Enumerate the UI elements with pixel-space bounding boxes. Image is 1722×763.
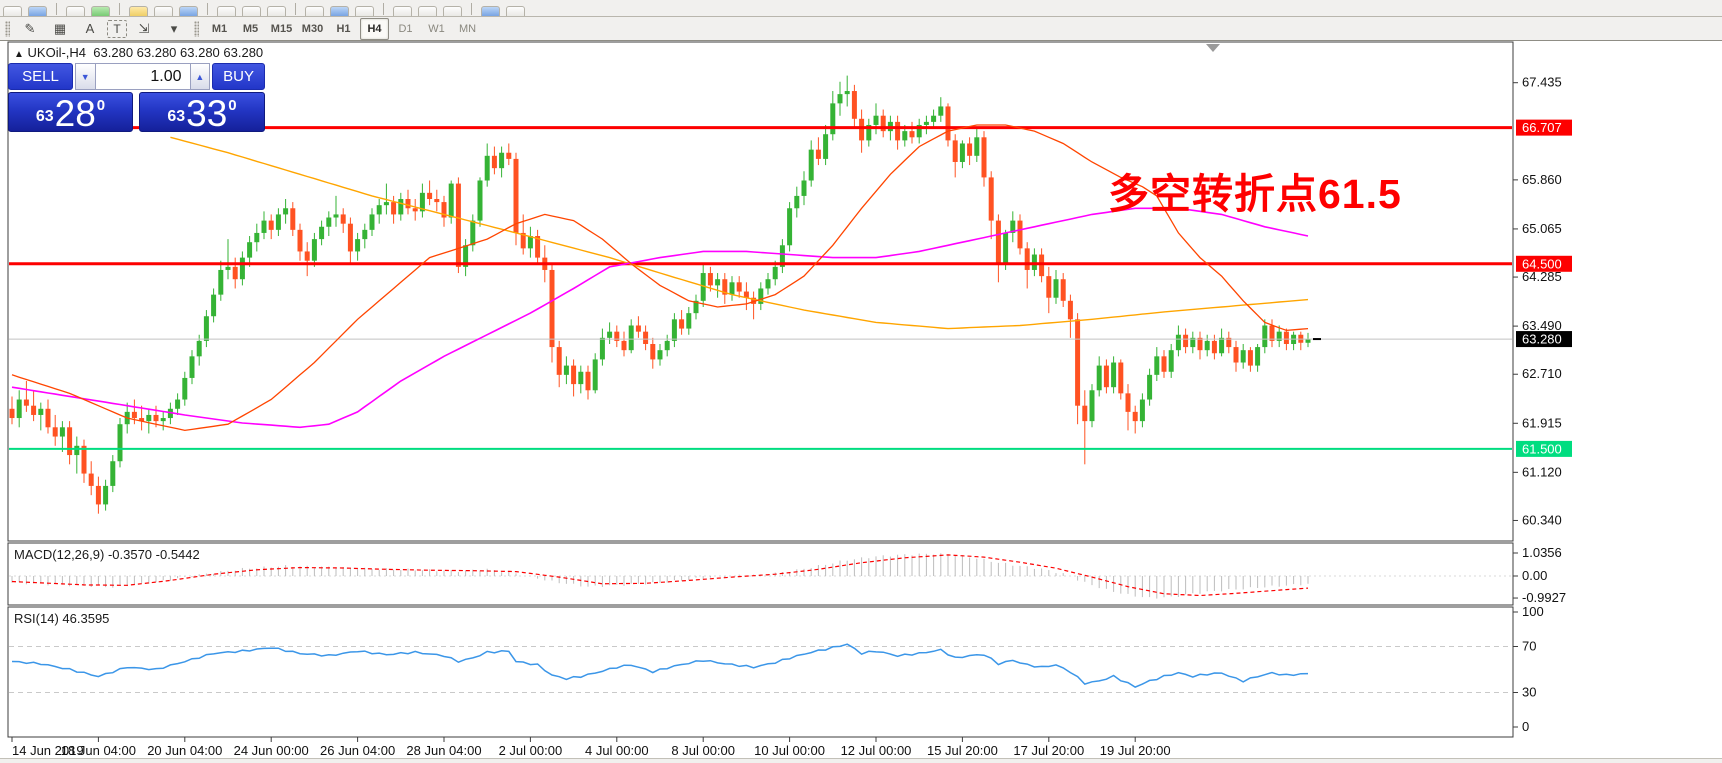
time-axis-label: 20 Jun 04:00 xyxy=(147,743,222,758)
time-axis-label: 28 Jun 04:00 xyxy=(406,743,481,758)
macd-indicator-label: MACD(12,26,9) -0.3570 -0.5442 xyxy=(14,547,200,562)
rsi-axis-label: 0 xyxy=(1522,719,1529,734)
macd-name: MACD(12,26,9) xyxy=(14,547,105,562)
rsi-indicator-label: RSI(14) 46.3595 xyxy=(14,611,109,626)
caret-down-icon: ▼ xyxy=(80,71,90,82)
time-axis-label: 26 Jun 04:00 xyxy=(320,743,395,758)
time-axis-label: 15 Jul 20:00 xyxy=(927,743,998,758)
time-axis-label: 12 Jul 00:00 xyxy=(841,743,912,758)
rsi-axis-label: 30 xyxy=(1522,685,1536,700)
sell-price-small: 63 xyxy=(35,108,54,125)
time-axis-label: 2 Jul 00:00 xyxy=(499,743,563,758)
volume-increase-button[interactable]: ▲ xyxy=(189,63,211,90)
time-axis-label: 17 Jul 20:00 xyxy=(1013,743,1084,758)
buy-price-big: 33 xyxy=(186,92,228,134)
macd-axis-label: 0.00 xyxy=(1522,568,1547,583)
price-badge-label: 63.280 xyxy=(1522,332,1562,347)
sell-price-big: 28 xyxy=(54,92,96,134)
price-axis-label: 65.065 xyxy=(1522,221,1562,236)
sell-price[interactable]: 63 28 0 xyxy=(8,92,133,132)
status-strip xyxy=(0,758,1722,763)
macd-signal-value: -0.5442 xyxy=(155,547,200,562)
volume-decrease-button[interactable]: ▼ xyxy=(75,63,96,90)
time-axis-label: 18 Jun 04:00 xyxy=(61,743,136,758)
time-axis-label: 19 Jul 20:00 xyxy=(1100,743,1171,758)
price-axis-label: 67.435 xyxy=(1522,75,1562,90)
buy-price[interactable]: 63 33 0 xyxy=(139,92,265,132)
rsi-name: RSI(14) xyxy=(14,611,59,626)
price-axis-label: 61.915 xyxy=(1522,415,1562,430)
macd-main-value: -0.3570 xyxy=(107,547,153,562)
ohlc-values: 63.280 63.280 63.280 63.280 xyxy=(93,45,264,60)
collapse-triangle-icon[interactable]: ▲ xyxy=(14,49,24,60)
volume-input[interactable] xyxy=(95,63,190,90)
price-badge-label: 66.707 xyxy=(1522,120,1562,135)
time-axis-label: 8 Jul 00:00 xyxy=(671,743,735,758)
price-axis-label: 60.340 xyxy=(1522,512,1562,527)
macd-axis-label: 1.0356 xyxy=(1522,545,1562,560)
chart-text-annotation: 多空转折点61.5 xyxy=(1108,171,1402,217)
time-axis-label: 10 Jul 00:00 xyxy=(754,743,825,758)
macd-panel[interactable] xyxy=(7,542,1514,606)
buy-button[interactable]: BUY xyxy=(212,63,266,90)
price-axis-label: 62.710 xyxy=(1522,366,1562,381)
buy-price-sup: 0 xyxy=(228,97,237,114)
sell-price-sup: 0 xyxy=(96,97,106,114)
price-badge-label: 64.500 xyxy=(1522,256,1562,271)
symbol-name: UKOil-,H4 xyxy=(27,45,87,60)
price-axis-label: 61.120 xyxy=(1522,464,1562,479)
caret-up-icon: ▲ xyxy=(195,71,205,82)
rsi-axis-label: 70 xyxy=(1522,639,1536,654)
time-axis-label: 24 Jun 00:00 xyxy=(234,743,309,758)
time-axis-label: 4 Jul 00:00 xyxy=(585,743,649,758)
price-badge-label: 61.500 xyxy=(1522,441,1562,456)
sell-button[interactable]: SELL xyxy=(8,63,73,90)
macd-axis-label: -0.9927 xyxy=(1522,590,1566,605)
rsi-panel[interactable] xyxy=(7,606,1514,738)
chart-title: ▲ UKOil-,H4 63.280 63.280 63.280 63.280 xyxy=(14,45,263,60)
price-axis-label: 65.860 xyxy=(1522,172,1562,187)
one-click-trading-panel: SELL ▼ ▲ BUY 63 28 0 63 33 0 xyxy=(8,63,266,132)
rsi-axis-label: 100 xyxy=(1522,604,1544,619)
buy-price-small: 63 xyxy=(167,108,186,125)
rsi-value: 46.3595 xyxy=(62,611,110,626)
